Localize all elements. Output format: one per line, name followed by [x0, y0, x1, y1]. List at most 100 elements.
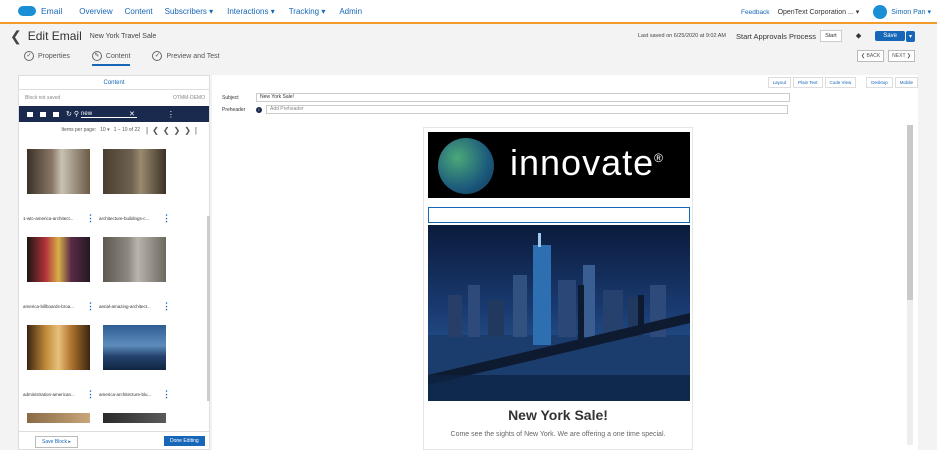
tab-preview-label: Preview and Test: [166, 52, 220, 60]
asset-menu-icon[interactable]: ⋮: [162, 213, 171, 224]
tab-content-label: Content: [105, 52, 131, 60]
asset-menu-icon[interactable]: ⋮: [162, 389, 171, 400]
asset-card[interactable]: 1-wtc-america-architect... ⋮: [23, 144, 95, 232]
preheader-row: Preheader i Add Preheader: [222, 105, 788, 114]
asset-label: administration-american...: [23, 392, 75, 397]
asset-menu-icon[interactable]: ⋮: [86, 389, 95, 400]
salesforce-cloud-logo[interactable]: [18, 6, 36, 16]
asset-thumbnail[interactable]: [27, 413, 90, 423]
canvas-scrollbar[interactable]: [907, 125, 913, 445]
asset-card[interactable]: [99, 408, 169, 428]
app-name-email[interactable]: Email: [41, 6, 62, 16]
org-selector[interactable]: OpenText Corporation ... ▾: [778, 8, 860, 16]
canvas-scrollbar-thumb[interactable]: [907, 125, 913, 300]
layout-button[interactable]: Layout: [767, 76, 792, 88]
image-icon[interactable]: [53, 111, 59, 117]
asset-label: architecture-buildings-c...: [99, 216, 150, 221]
globe-logo-icon: [438, 138, 494, 194]
asset-card[interactable]: administration-american... ⋮: [23, 320, 95, 408]
refresh-icon[interactable]: ↻: [66, 110, 72, 118]
asset-thumbnail[interactable]: [27, 237, 90, 282]
asset-menu-icon[interactable]: ⋮: [86, 301, 95, 312]
asset-thumbnail[interactable]: [103, 325, 166, 370]
save-block-button[interactable]: Save Block ▸: [35, 436, 78, 448]
approvals-label: Start Approvals Process: [736, 31, 817, 41]
asset-thumbnail[interactable]: [103, 149, 166, 194]
asset-menu-icon[interactable]: ⋮: [162, 301, 171, 312]
content-toolbar: ↻ ⚲ ✕ ⋮: [19, 106, 209, 122]
items-per-page-select[interactable]: 10 ▾: [100, 127, 109, 133]
nav-overview[interactable]: Overview: [79, 7, 112, 16]
asset-thumbnail[interactable]: [27, 149, 90, 194]
items-per-page-label: Items per page:: [61, 127, 97, 133]
done-editing-button[interactable]: Done Editing: [164, 436, 205, 446]
block-status-row: Block not saved OTMM-DEMO: [19, 90, 209, 106]
email-body-text[interactable]: Come see the sights of New York. We are …: [424, 431, 692, 438]
asset-card[interactable]: [23, 408, 93, 428]
email-preview: innovate® New York Sale! Come see the si…: [423, 127, 693, 450]
block-name: OTMM-DEMO: [173, 95, 205, 101]
save-dropdown-button[interactable]: ▾: [905, 30, 915, 42]
view-toggle-group: Layout Plain Text Code View Desktop Mobi…: [766, 75, 918, 89]
subject-label: Subject: [222, 94, 239, 101]
pager-arrows-icon[interactable]: |❮❮❯❯|: [146, 126, 201, 135]
subject-input[interactable]: New York Sale!: [256, 93, 790, 102]
tab-properties-label: Properties: [38, 52, 70, 60]
page-title: Edit Email: [27, 29, 82, 43]
clear-search-icon[interactable]: ✕: [129, 110, 135, 118]
desktop-button[interactable]: Desktop: [866, 76, 893, 88]
asset-card[interactable]: aerial-amazing-architect... ⋮: [99, 232, 171, 320]
nav-tracking[interactable]: Tracking ▾: [289, 7, 326, 16]
edit-email-header: ❮ Edit Email New York Travel Sale Last s…: [0, 26, 937, 46]
preheader-input[interactable]: Add Preheader: [266, 105, 788, 114]
selected-empty-block[interactable]: [428, 207, 690, 223]
start-approvals-button[interactable]: Start: [820, 30, 842, 42]
check-circle-icon: ✓: [152, 51, 163, 61]
code-view-button[interactable]: Code View: [824, 76, 857, 88]
email-name: New York Travel Sale: [89, 32, 157, 40]
panel-scrollbar[interactable]: [207, 216, 210, 401]
next-button[interactable]: NEXT ❯: [888, 50, 915, 62]
editor-canvas: Layout Plain Text Code View Desktop Mobi…: [212, 75, 918, 450]
properties-icon: ✓: [24, 51, 34, 61]
asset-thumbnail[interactable]: [103, 237, 166, 282]
asset-card[interactable]: america-billboards-broa... ⋮: [23, 232, 95, 320]
nav-interactions[interactable]: Interactions ▾: [227, 7, 275, 16]
skyline-photo[interactable]: [428, 225, 690, 401]
tab-properties[interactable]: ✓ Properties: [24, 46, 70, 66]
asset-menu-icon[interactable]: ⋮: [86, 213, 95, 224]
nav-admin[interactable]: Admin: [339, 7, 362, 16]
save-button[interactable]: Save: [875, 31, 905, 41]
nav-content[interactable]: Content: [125, 7, 153, 16]
back-arrow-icon[interactable]: ❮: [10, 28, 22, 45]
mobile-button[interactable]: Mobile: [894, 76, 918, 88]
info-icon[interactable]: i: [256, 106, 262, 113]
editor-tabs: ✓ Properties ✎ Content ✓ Preview and Tes…: [0, 46, 937, 66]
back-button[interactable]: ❮ BACK: [856, 50, 885, 62]
search-icon[interactable]: ⚲: [74, 110, 79, 118]
skyline-illustration: [428, 233, 690, 401]
nav-subscribers[interactable]: Subscribers ▾: [165, 7, 213, 16]
tab-preview-and-test[interactable]: ✓ Preview and Test: [152, 46, 220, 66]
page-range: 1 – 10 of 22: [113, 127, 141, 133]
tab-content[interactable]: ✎ Content: [91, 46, 131, 66]
user-menu[interactable]: Simon Pan ▾: [891, 8, 931, 16]
asset-card[interactable]: architecture-buildings-c... ⋮: [99, 144, 171, 232]
feedback-link[interactable]: Feedback: [741, 9, 770, 16]
innovate-logo-block[interactable]: innovate®: [428, 132, 690, 198]
plain-text-button[interactable]: Plain Text: [793, 76, 823, 88]
folder-icon[interactable]: [27, 111, 33, 117]
tag-icon[interactable]: ⬥: [856, 31, 862, 41]
content-panel-footer: Save Block ▸ Done Editing: [19, 431, 209, 449]
user-avatar-icon[interactable]: [873, 5, 888, 19]
asset-thumbnail[interactable]: [103, 413, 166, 423]
asset-card[interactable]: america-architecture-blu... ⋮: [99, 320, 171, 408]
more-options-icon[interactable]: ⋮: [167, 110, 175, 119]
brand-logo-text: innovate®: [510, 142, 664, 183]
folder-open-icon[interactable]: [40, 111, 46, 117]
content-panel-header[interactable]: Content: [19, 76, 209, 90]
email-headline[interactable]: New York Sale!: [424, 407, 692, 423]
preheader-label: Preheader: [222, 106, 246, 113]
asset-thumbnail[interactable]: [27, 325, 90, 370]
top-navigation-bar: Email Overview Content Subscribers ▾ Int…: [0, 0, 937, 24]
